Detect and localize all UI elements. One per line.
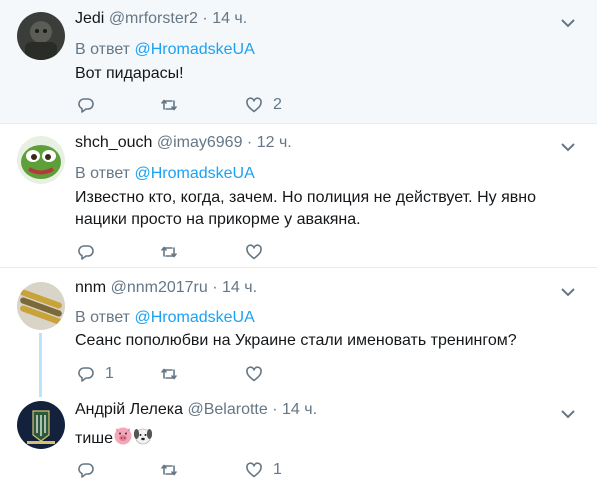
tweet[interactable]: shch_ouch @imay6969 · 12 ч. В ответ @Hro… [0, 124, 597, 268]
tweet-text: тише [75, 426, 575, 453]
heart-icon [246, 366, 262, 382]
retweet-icon [161, 464, 177, 476]
retweet-button[interactable] [160, 95, 188, 115]
user-handle[interactable]: @mrforster2 [109, 10, 198, 27]
chevron-down-icon[interactable] [561, 139, 575, 152]
retweet-icon [161, 368, 177, 380]
reply-button[interactable] [77, 242, 105, 262]
chevron-down-icon[interactable] [561, 284, 575, 297]
separator: · [212, 279, 218, 296]
tweet[interactable]: Андрій Лелека @Belarotte · 14 ч. тише 1 [0, 396, 597, 485]
tweet[interactable]: nnm @nnm2017ru · 14 ч. В ответ @Hromadsk… [0, 268, 597, 396]
tweet-header: nnm @nnm2017ru · 14 ч. [75, 278, 557, 298]
retweet-button[interactable] [160, 242, 188, 262]
heart-icon [246, 97, 262, 113]
mention-link[interactable]: @HromadskeUA [134, 165, 254, 182]
user-handle[interactable]: @nnm2017ru [111, 279, 208, 296]
separator: · [202, 10, 208, 27]
tweet-text: Сеанс пополюбви на Украине стали именова… [75, 332, 517, 349]
tweet-actions: 2 [75, 95, 375, 115]
timestamp[interactable]: 14 ч. [282, 401, 317, 418]
user-fullname[interactable]: Андрій Лелека [75, 401, 183, 418]
reply-prefix: В ответ [75, 165, 131, 182]
reply-icon [78, 98, 94, 113]
tweet-text-body: тише [75, 430, 113, 447]
like-button[interactable] [245, 242, 273, 262]
reply-context: В ответ @HromadskeUA [75, 40, 255, 60]
avatar[interactable] [17, 282, 65, 330]
user-fullname[interactable]: shch_ouch [75, 134, 152, 151]
reply-context: В ответ @HromadskeUA [75, 308, 255, 328]
reply-button[interactable] [77, 95, 105, 115]
retweet-button[interactable] [160, 364, 188, 384]
reply-icon [78, 245, 94, 260]
like-button[interactable] [245, 364, 273, 384]
tweet[interactable]: Jedi @mrforster2 · 14 ч. В ответ @Hromad… [0, 0, 597, 124]
reply-icon [78, 367, 94, 382]
reply-prefix: В ответ [75, 41, 131, 58]
reply-icon [78, 463, 94, 478]
timestamp[interactable]: 14 ч. [212, 10, 247, 27]
tweet-header: Андрій Лелека @Belarotte · 14 ч. [75, 400, 557, 420]
user-handle[interactable]: @imay6969 [157, 134, 243, 151]
chevron-down-icon[interactable] [561, 15, 575, 28]
reply-button[interactable]: 1 [77, 364, 114, 384]
tweet-text: Известно кто, когда, зачем. Но полиция н… [75, 189, 536, 228]
avatar[interactable] [17, 401, 65, 449]
retweet-icon [161, 246, 177, 258]
user-fullname[interactable]: nnm [75, 279, 106, 296]
user-handle[interactable]: @Belarotte [187, 401, 267, 418]
timestamp[interactable]: 14 ч. [222, 279, 257, 296]
tweet-actions: 1 [75, 460, 375, 480]
heart-icon [246, 244, 262, 260]
dog-face-icon [133, 426, 153, 453]
reply-count: 1 [105, 365, 114, 382]
retweet-button[interactable] [160, 460, 188, 480]
separator: · [272, 401, 278, 418]
user-fullname[interactable]: Jedi [75, 10, 104, 27]
like-count: 2 [273, 96, 282, 113]
reply-button[interactable] [77, 460, 105, 480]
tweet-text: Вот пидарасы! [75, 65, 184, 82]
tweet-header: shch_ouch @imay6969 · 12 ч. [75, 133, 557, 153]
timestamp[interactable]: 12 ч. [257, 134, 292, 151]
reply-context: В ответ @HromadskeUA [75, 164, 255, 184]
tweet-actions [75, 242, 375, 262]
like-count: 1 [273, 461, 282, 478]
tweet-header: Jedi @mrforster2 · 14 ч. [75, 9, 557, 29]
like-button[interactable]: 1 [245, 460, 282, 480]
tweet-actions: 1 [75, 364, 375, 384]
chevron-down-icon[interactable] [561, 406, 575, 419]
avatar[interactable] [17, 136, 65, 184]
retweet-icon [161, 99, 177, 111]
separator: · [246, 134, 253, 151]
mention-link[interactable]: @HromadskeUA [134, 41, 254, 58]
heart-icon [246, 462, 262, 478]
reply-prefix: В ответ [75, 309, 131, 326]
like-button[interactable]: 2 [245, 95, 282, 115]
mention-link[interactable]: @HromadskeUA [134, 309, 254, 326]
pig-face-icon [113, 426, 133, 453]
avatar[interactable] [17, 12, 65, 60]
